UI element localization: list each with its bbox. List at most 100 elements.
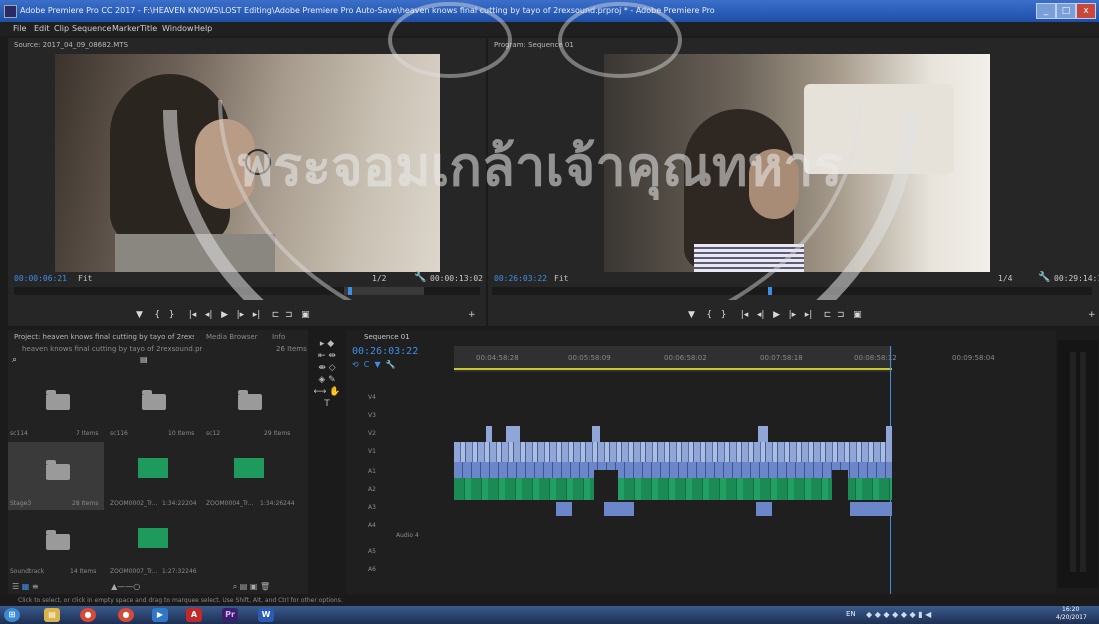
clock-time[interactable]: 16:20 [1062, 606, 1079, 613]
export-frame-icon[interactable]: ▣ [301, 310, 310, 320]
track-v2-label[interactable]: V2 [368, 430, 376, 437]
in-point-icon[interactable]: { [154, 310, 160, 320]
network-icon[interactable]: ▮ [918, 610, 922, 619]
tray-app-icon[interactable]: ◆ [883, 610, 889, 619]
source-monitor-tab[interactable]: Source: 2017_04_09_08682.MTS [14, 41, 128, 49]
track-v1-label[interactable]: V1 [368, 448, 376, 455]
go-to-in-icon[interactable]: |◂ [189, 310, 197, 320]
program-export-frame-icon[interactable]: ▣ [853, 310, 862, 320]
audio-clip-item[interactable]: ZOOM0007_Tr... 1:27:32246 [108, 512, 204, 578]
bin-item[interactable]: sc114 7 Items [8, 374, 104, 440]
menu-title[interactable]: Title [140, 24, 157, 33]
source-add-button-icon[interactable]: + [468, 310, 476, 320]
program-step-back-icon[interactable]: ◂| [757, 310, 765, 320]
program-play-icon[interactable]: ▶ [773, 310, 780, 320]
program-timecode-current[interactable]: 00:26:03:22 [494, 274, 547, 283]
trash-icon[interactable]: 🗑 [260, 582, 270, 591]
sequence-tab[interactable]: Sequence 01 [364, 333, 410, 341]
track-v4-label[interactable]: V4 [368, 394, 376, 401]
tray-app-icon[interactable]: ◆ [910, 610, 916, 619]
language-indicator[interactable]: EN [846, 610, 856, 618]
program-zoom-dropdown[interactable]: 1/4 [998, 274, 1012, 283]
source-video-frame[interactable] [55, 54, 440, 272]
project-panel-tab[interactable]: Project: heaven knows final cutting by t… [14, 333, 194, 341]
lift-icon[interactable]: ⊏ [824, 310, 832, 320]
menu-file[interactable]: File [13, 24, 26, 33]
track-v3-label[interactable]: V3 [368, 412, 376, 419]
track-a5-label[interactable]: A5 [368, 548, 376, 555]
track-a1-label[interactable]: A1 [368, 468, 376, 475]
info-tab[interactable]: Info [272, 333, 285, 341]
menu-edit[interactable]: Edit [34, 24, 50, 33]
clock-date[interactable]: 4/20/2017 [1056, 614, 1087, 621]
time-ruler[interactable]: 00:04:58:28 00:05:58:09 00:06:58:02 00:0… [454, 346, 897, 372]
program-monitor-tab[interactable]: Program: Sequence 01 [494, 41, 574, 49]
volume-icon[interactable]: ◀ [925, 610, 931, 619]
close-button[interactable]: x [1076, 3, 1096, 19]
audio-clip-item[interactable]: ZOOM0004_Tr... 1:34:26244 [204, 442, 302, 510]
rate-stretch-tool-icon[interactable]: ⇼ ◇ [312, 362, 342, 374]
acrobat-icon[interactable]: A [186, 608, 202, 622]
minimize-button[interactable]: _ [1036, 3, 1056, 19]
menu-window[interactable]: Window [162, 24, 194, 33]
hand-tool-icon[interactable]: ⟷ ✋ [312, 386, 342, 398]
program-out-point-icon[interactable]: } [721, 310, 727, 320]
list-view-icon[interactable]: ☰ [12, 582, 19, 591]
bin-item[interactable]: Soundtrack 14 Items [8, 512, 104, 578]
source-scrub-bar[interactable] [14, 287, 480, 295]
tray-app-icon[interactable]: ◆ [901, 610, 907, 619]
audio-clip-item[interactable]: ZOOM0002_Tr... 1:34:22204 [108, 442, 204, 510]
settings-icon[interactable]: 🔧 [386, 360, 396, 369]
linked-selection-icon[interactable]: C [364, 360, 370, 369]
a3-clip[interactable] [756, 502, 772, 516]
a2-clips[interactable] [454, 478, 892, 500]
premiere-icon[interactable]: Pr [222, 608, 238, 622]
tray-app-icon[interactable]: ◆ [892, 610, 898, 619]
go-to-out-icon[interactable]: ▸| [253, 310, 261, 320]
zoom-slider[interactable]: ▲——○ [111, 582, 140, 591]
menu-help[interactable]: Help [194, 24, 212, 33]
bin-item[interactable]: sc116 10 Items [108, 374, 204, 440]
chrome-icon[interactable]: ● [80, 608, 96, 622]
extract-icon[interactable]: ⊐ [837, 310, 845, 320]
media-browser-tab[interactable]: Media Browser [206, 333, 258, 341]
a3-clip[interactable] [556, 502, 572, 516]
chrome-icon[interactable]: ● [118, 608, 134, 622]
step-forward-icon[interactable]: |▸ [237, 310, 245, 320]
ripple-edit-tool-icon[interactable]: ⇤ ⇹ [312, 350, 342, 362]
step-back-icon[interactable]: ◂| [205, 310, 213, 320]
menu-marker[interactable]: Marker [112, 24, 140, 33]
bin-item[interactable]: sc12 29 Items [204, 374, 302, 440]
program-in-point-icon[interactable]: { [706, 310, 712, 320]
program-scrub-bar[interactable] [492, 287, 1092, 295]
v2-clip[interactable] [592, 426, 600, 442]
track-a3-label[interactable]: A3 [368, 504, 376, 511]
insert-icon[interactable]: ⊏ [272, 310, 280, 320]
tray-app-icon[interactable]: ◆ [866, 610, 872, 619]
razor-tool-icon[interactable]: ◈ ✎ [312, 374, 342, 386]
program-fit-dropdown[interactable]: Fit [554, 274, 568, 283]
explorer-icon[interactable]: ▤ [44, 608, 60, 622]
track-a4-label[interactable]: A4 [368, 522, 376, 529]
program-go-to-in-icon[interactable]: |◂ [741, 310, 749, 320]
snap-icon[interactable]: ⟲ [352, 360, 359, 369]
program-add-button-icon[interactable]: + [1088, 310, 1096, 320]
new-bin-footer-icon[interactable]: ▤ [240, 582, 248, 591]
find-icon[interactable]: ⌕ [233, 582, 237, 591]
v1-clips[interactable] [454, 442, 892, 462]
program-video-frame[interactable] [604, 54, 990, 272]
a3-clip[interactable] [604, 502, 634, 516]
program-step-forward-icon[interactable]: |▸ [789, 310, 797, 320]
source-fit-dropdown[interactable]: Fit [78, 274, 92, 283]
wrench-icon[interactable]: 🔧 [414, 272, 426, 283]
source-zoom-dropdown[interactable]: 1/2 [372, 274, 386, 283]
program-go-to-out-icon[interactable]: ▸| [805, 310, 813, 320]
v2-clip[interactable] [486, 426, 492, 442]
start-orb-icon[interactable]: ⊞ [4, 608, 20, 622]
source-playhead[interactable] [348, 287, 352, 295]
marker-icon[interactable]: ▼ [136, 310, 143, 320]
sort-icon[interactable]: ≡ [32, 582, 39, 591]
source-timecode-current[interactable]: 00:00:06:21 [14, 274, 67, 283]
selection-tool-icon[interactable]: ▸ ◆ [312, 338, 342, 350]
bin-item-selected[interactable]: Stage3 28 Items [8, 442, 104, 510]
